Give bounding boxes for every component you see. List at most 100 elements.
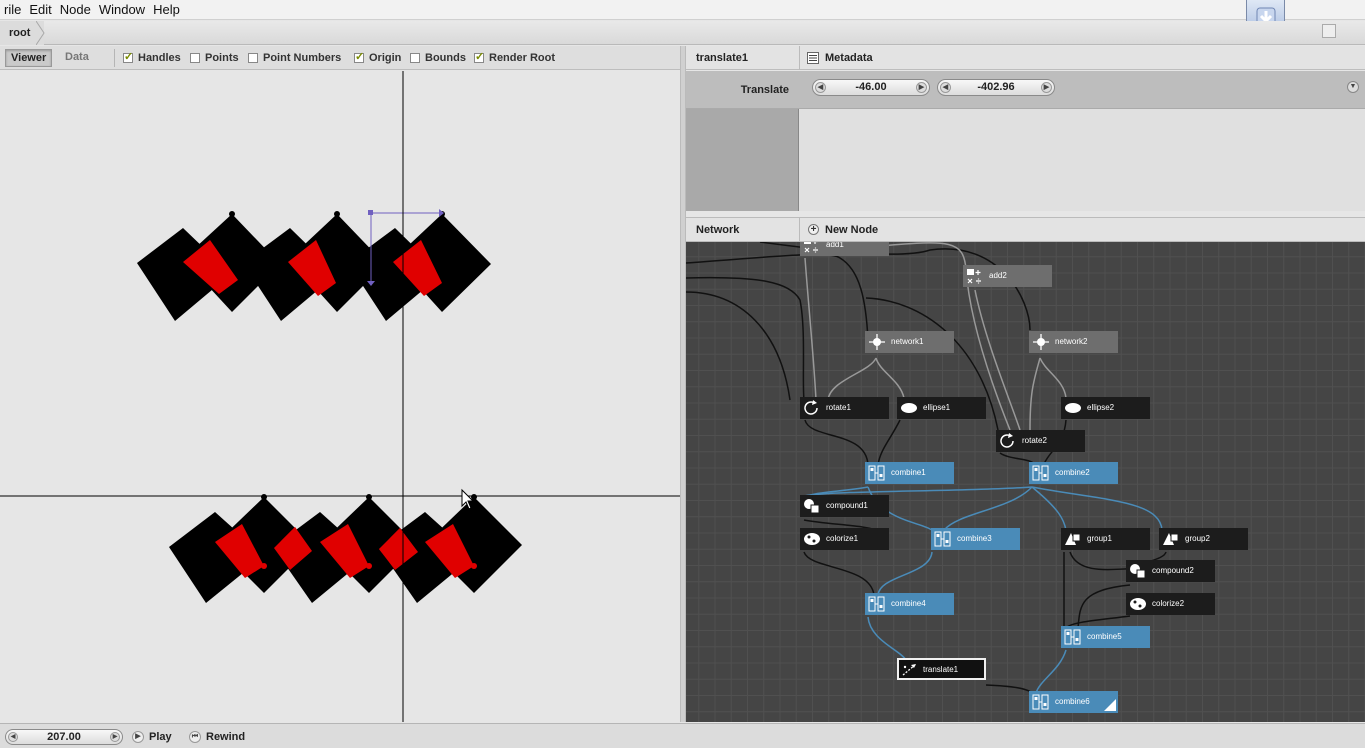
colorize-icon bbox=[803, 531, 821, 547]
network-icon bbox=[1032, 334, 1050, 350]
metadata-button[interactable]: Metadata bbox=[825, 46, 873, 70]
timeline-bar: ◀ 207.00 ▶ ▶ Play ⏮ Rewind bbox=[0, 723, 1365, 748]
node-add1[interactable]: add1 bbox=[800, 242, 889, 256]
viewer-canvas[interactable] bbox=[0, 71, 680, 722]
parameter-menu-icon[interactable]: ▼ bbox=[1347, 81, 1359, 93]
node-combine2[interactable]: combine2 bbox=[1029, 462, 1118, 484]
node-label: network2 bbox=[1055, 337, 1088, 346]
node-label: compound1 bbox=[826, 501, 868, 510]
colorize-icon bbox=[1129, 596, 1147, 612]
tab-data[interactable]: Data bbox=[60, 49, 94, 67]
node-label: combine4 bbox=[891, 599, 926, 608]
node-label: compound2 bbox=[1152, 566, 1194, 575]
node-label: group1 bbox=[1087, 534, 1112, 543]
node-label: ellipse1 bbox=[923, 403, 951, 412]
node-combine3[interactable]: combine3 bbox=[931, 528, 1020, 550]
rotate-icon bbox=[803, 400, 821, 416]
group-icon bbox=[1064, 531, 1082, 547]
viewer-drawing bbox=[0, 71, 680, 722]
node-network2[interactable]: network2 bbox=[1029, 331, 1118, 353]
node-colorize1[interactable]: colorize1 bbox=[800, 528, 889, 550]
node-group1[interactable]: group1 bbox=[1061, 528, 1150, 550]
new-node-button[interactable]: New Node bbox=[825, 218, 878, 242]
header-divider bbox=[799, 218, 800, 242]
checkbox-points[interactable]: Points bbox=[190, 51, 239, 65]
compound-icon bbox=[1129, 563, 1147, 579]
node-add2[interactable]: add2 bbox=[963, 265, 1052, 287]
node-ellipse2[interactable]: ellipse2 bbox=[1061, 397, 1150, 419]
node-label: network1 bbox=[891, 337, 924, 346]
parameters-body: Translate ◀ -46.00 ▶ ◀ -402.96 ▶ ▼ bbox=[686, 71, 1365, 211]
decrement-icon[interactable]: ◀ bbox=[8, 732, 18, 742]
translate-y-field[interactable]: ◀ -402.96 ▶ bbox=[937, 79, 1055, 96]
increment-icon[interactable]: ▶ bbox=[1041, 82, 1052, 93]
node-rotate1[interactable]: rotate1 bbox=[800, 397, 889, 419]
checkbox-icon bbox=[190, 53, 200, 63]
address-bar: root bbox=[0, 21, 1365, 45]
play-button[interactable]: ▶ Play bbox=[132, 729, 172, 745]
shape-group-top bbox=[137, 211, 491, 321]
math-icon bbox=[803, 242, 821, 253]
node-network1[interactable]: network1 bbox=[865, 331, 954, 353]
increment-icon[interactable]: ▶ bbox=[916, 82, 927, 93]
node-combine4[interactable]: combine4 bbox=[865, 593, 954, 615]
increment-icon[interactable]: ▶ bbox=[110, 732, 120, 742]
menu-help[interactable]: Help bbox=[149, 2, 184, 17]
node-label: combine3 bbox=[957, 534, 992, 543]
node-label: combine6 bbox=[1055, 697, 1090, 706]
node-label: add1 bbox=[826, 242, 844, 249]
node-rotate2[interactable]: rotate2 bbox=[996, 430, 1085, 452]
combine-icon bbox=[868, 465, 886, 481]
checkbox-icon bbox=[248, 53, 258, 63]
rewind-button[interactable]: ⏮ Rewind bbox=[189, 729, 245, 745]
rendered-node-marker-icon bbox=[1104, 699, 1116, 711]
group-icon bbox=[1162, 531, 1180, 547]
decrement-icon[interactable]: ◀ bbox=[940, 82, 951, 93]
menu-bar: rile Edit Node Window Help bbox=[0, 0, 1365, 20]
menu-node[interactable]: Node bbox=[56, 2, 95, 17]
node-combine1[interactable]: combine1 bbox=[865, 462, 954, 484]
node-label: colorize1 bbox=[826, 534, 859, 543]
node-combine6[interactable]: combine6 bbox=[1029, 691, 1118, 713]
node-combine5[interactable]: combine5 bbox=[1061, 626, 1150, 648]
node-group2[interactable]: group2 bbox=[1159, 528, 1248, 550]
node-compound1[interactable]: compound1 bbox=[800, 495, 889, 517]
menu-window[interactable]: Window bbox=[95, 2, 149, 17]
checkbox-render-root[interactable]: Render Root bbox=[474, 50, 555, 65]
header-divider bbox=[799, 46, 800, 70]
node-compound2[interactable]: compound2 bbox=[1126, 560, 1215, 582]
parameters-header: translate1 Metadata bbox=[686, 46, 1365, 70]
node-label: translate1 bbox=[923, 665, 959, 674]
rewind-icon: ⏮ bbox=[189, 731, 201, 743]
translate-label: Translate bbox=[740, 84, 789, 96]
checkbox-icon bbox=[474, 50, 484, 63]
node-translate1[interactable]: translate1 bbox=[897, 658, 986, 680]
checkbox-icon bbox=[354, 50, 364, 63]
decrement-icon[interactable]: ◀ bbox=[815, 82, 826, 93]
network-canvas[interactable]: add1 add2 network1 network2 rotate1 ellipse1 e… bbox=[686, 242, 1365, 722]
translate-icon bbox=[901, 662, 919, 678]
checkbox-origin[interactable]: Origin bbox=[354, 50, 401, 65]
close-icon[interactable] bbox=[1322, 24, 1336, 38]
network-header: Network + New Node bbox=[686, 217, 1365, 242]
checkbox-bounds[interactable]: Bounds bbox=[410, 51, 466, 65]
checkbox-handles[interactable]: Handles bbox=[123, 50, 181, 65]
checkbox-point-numbers[interactable]: Point Numbers bbox=[248, 51, 341, 65]
plus-icon[interactable]: + bbox=[808, 224, 819, 235]
shape-group-bottom bbox=[169, 494, 522, 603]
breadcrumb-separator-icon bbox=[36, 21, 45, 45]
checkbox-icon bbox=[123, 50, 133, 63]
node-colorize2[interactable]: colorize2 bbox=[1126, 593, 1215, 615]
parameter-row-translate: Translate ◀ -46.00 ▶ ◀ -402.96 ▶ ▼ bbox=[686, 71, 1365, 109]
menu-file[interactable]: rile bbox=[0, 2, 25, 17]
node-label: rotate1 bbox=[826, 403, 851, 412]
combine-icon bbox=[1032, 694, 1050, 710]
menu-edit[interactable]: Edit bbox=[25, 2, 55, 17]
metadata-icon[interactable] bbox=[807, 52, 819, 64]
translate-x-field[interactable]: ◀ -46.00 ▶ bbox=[812, 79, 930, 96]
frame-field[interactable]: ◀ 207.00 ▶ bbox=[5, 729, 123, 745]
node-label: ellipse2 bbox=[1087, 403, 1115, 412]
tab-viewer[interactable]: Viewer bbox=[5, 49, 53, 67]
node-ellipse1[interactable]: ellipse1 bbox=[897, 397, 986, 419]
node-label: combine5 bbox=[1087, 632, 1122, 641]
